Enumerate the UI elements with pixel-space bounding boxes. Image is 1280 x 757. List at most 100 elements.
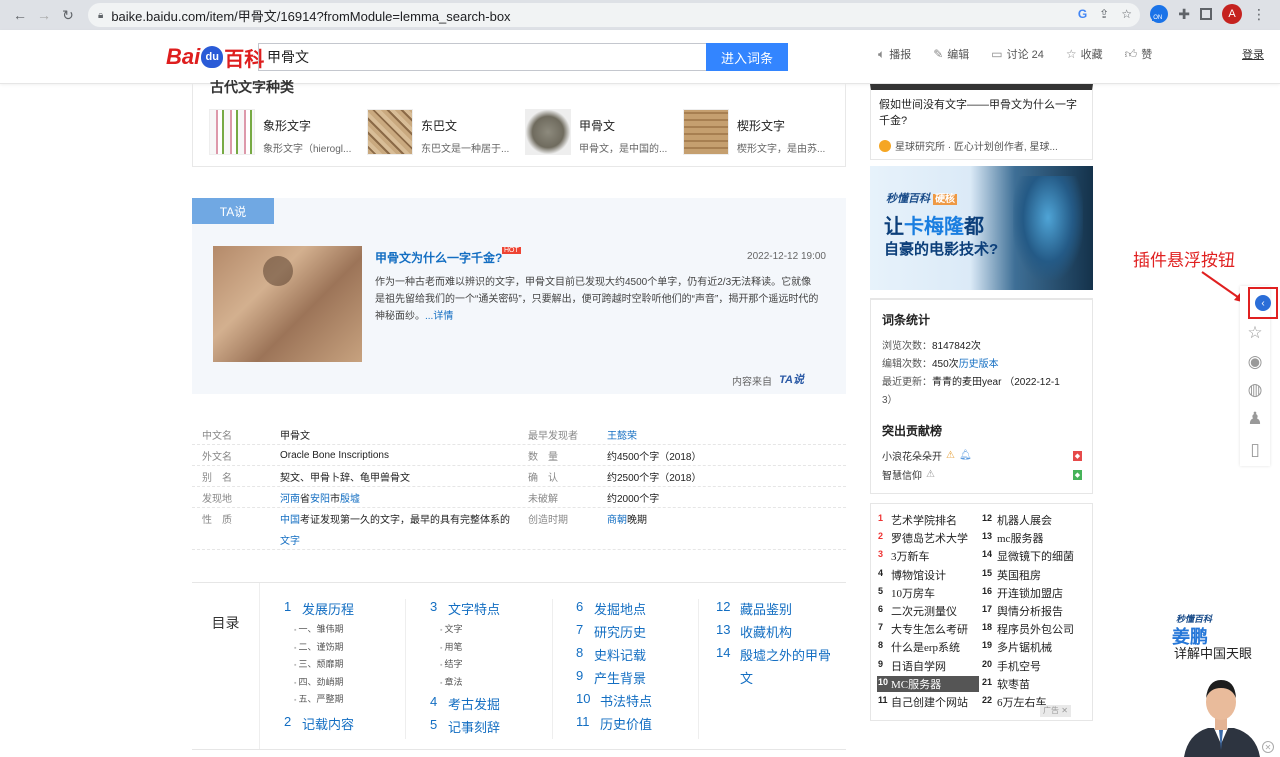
info-link-henan[interactable]: 河南 bbox=[280, 494, 300, 505]
info-value-link[interactable]: 王懿荣 bbox=[607, 427, 807, 442]
toc-item[interactable]: 13 收藏机构 bbox=[716, 622, 846, 645]
toc-item[interactable]: 1 发展历程 bbox=[284, 599, 354, 622]
toc-subitem[interactable]: 一、雏伟期 bbox=[284, 622, 354, 640]
ad-label[interactable]: 广告 ✕ bbox=[1040, 705, 1071, 717]
toc-divider bbox=[405, 599, 406, 739]
toc-item[interactable]: 11 历史价值 bbox=[576, 714, 652, 737]
mobile-icon[interactable]: ▯ bbox=[1245, 440, 1265, 460]
hot-search-item[interactable]: 8 什么是erp系统 bbox=[878, 639, 960, 655]
info-link-wenzi[interactable]: 文字 bbox=[280, 536, 300, 547]
toc-item[interactable]: 6 发掘地点 bbox=[576, 599, 652, 622]
close-icon[interactable]: ✕ bbox=[1262, 741, 1274, 753]
hot-search-item[interactable]: 11 自己创建个网站 bbox=[878, 694, 968, 710]
toc-subitem[interactable]: 三、颓靡期 bbox=[284, 657, 354, 675]
hot-search-item[interactable]: 13 mc服务器 bbox=[982, 530, 1043, 546]
broadcast-button[interactable]: 🔈︎ 播报 bbox=[878, 46, 911, 62]
qq-icon[interactable]: ♟ bbox=[1245, 409, 1265, 429]
hot-search-item[interactable]: 21 软枣苗 bbox=[982, 676, 1030, 692]
enter-entry-button[interactable]: 进入词条 bbox=[706, 43, 788, 71]
menu-icon[interactable]: ⋮ bbox=[1252, 6, 1266, 23]
plugin-float-button[interactable]: ‹ bbox=[1248, 287, 1278, 319]
forward-icon[interactable]: → bbox=[32, 3, 56, 27]
hot-search-item[interactable]: 9 日语自学网 bbox=[878, 658, 946, 674]
toc-item[interactable]: 2 记载内容 bbox=[284, 714, 354, 737]
hot-search-item[interactable]: 1 艺术学院排名 bbox=[878, 512, 957, 528]
info-link-china[interactable]: 中国 bbox=[280, 515, 300, 526]
search-input[interactable]: 甲骨文 bbox=[258, 43, 706, 71]
hot-search-item[interactable]: 16 开连锁加盟店 bbox=[982, 585, 1063, 601]
discuss-button[interactable]: ▭ 讨论 24 bbox=[991, 46, 1044, 62]
promo-slogan[interactable]: 详解中国天眼 bbox=[1174, 643, 1252, 662]
hot-search-item[interactable]: 18 程序员外包公司 bbox=[982, 621, 1074, 637]
toc-item[interactable]: 9 产生背景 bbox=[576, 668, 652, 691]
hot-search-item[interactable]: 6 二次元测量仪 bbox=[878, 603, 957, 619]
hot-search-item[interactable]: 17 舆情分析报告 bbox=[982, 603, 1063, 619]
share-icon[interactable]: ⇪ bbox=[1099, 7, 1109, 21]
related-article-title[interactable]: 假如世间没有文字——甲骨文为什么一字千金? bbox=[879, 97, 1085, 129]
toc-subitem[interactable]: 章法 bbox=[430, 675, 500, 693]
toc-subitem[interactable]: 二、谨饬期 bbox=[284, 640, 354, 658]
hot-search-item[interactable]: 22 6万左右车 bbox=[982, 694, 1047, 710]
info-link-anyang[interactable]: 安阳 bbox=[310, 494, 330, 505]
toc-item[interactable]: 4 考古发掘 bbox=[430, 694, 500, 717]
toc-num: 10 bbox=[576, 691, 591, 706]
script-item-hieroglyph[interactable]: 象形文字 象形文字（hierogl... bbox=[209, 109, 367, 155]
hot-search-item[interactable]: 14 显微镜下的细菌 bbox=[982, 548, 1074, 564]
bookmark-star-icon[interactable]: ☆ bbox=[1121, 7, 1132, 21]
profile-avatar[interactable]: A bbox=[1222, 4, 1242, 24]
contributor-row[interactable]: 小浪花朵朵开 ⚠ 🔔︎ ◆ bbox=[882, 448, 1082, 463]
info-link-yinxu[interactable]: 殷墟 bbox=[340, 494, 360, 505]
script-item-oracle[interactable]: 甲骨文 甲骨文，是中国的... bbox=[525, 109, 683, 155]
like-button[interactable]: 👍︎ 赞 bbox=[1125, 46, 1153, 62]
hot-search-item[interactable]: 5 10万房车 bbox=[878, 585, 935, 601]
google-icon[interactable]: G bbox=[1078, 7, 1087, 21]
hot-search-item[interactable]: 2 罗德岛艺术大学 bbox=[878, 530, 968, 546]
toc-item[interactable]: 10 书法特点 bbox=[576, 691, 652, 714]
address-bar[interactable]: 🔒︎ baike.baidu.com/item/甲骨文/16914?fromMo… bbox=[88, 3, 1140, 27]
promo-person-image[interactable] bbox=[1178, 664, 1264, 757]
hot-search-item[interactable]: 7 大专生怎么考研 bbox=[878, 621, 968, 637]
toc-item[interactable]: 14 殷墟之外的甲骨 bbox=[716, 645, 846, 668]
toc-subitem[interactable]: 结字 bbox=[430, 657, 500, 675]
toc-subitem[interactable]: 五、严整期 bbox=[284, 692, 354, 710]
sidepanel-icon[interactable] bbox=[1200, 8, 1212, 20]
hot-search-item[interactable]: 12 机器人展会 bbox=[982, 512, 1052, 528]
reload-icon[interactable]: ↻ bbox=[56, 3, 80, 27]
toc-item[interactable]: 8 史料记载 bbox=[576, 645, 652, 668]
toc-subitem[interactable]: 文字 bbox=[430, 622, 500, 640]
toc-item[interactable]: 3 文字特点 bbox=[430, 599, 500, 622]
hot-search-item[interactable]: 10 MC服务器 bbox=[877, 675, 979, 692]
extension-on-icon[interactable]: ON bbox=[1150, 5, 1169, 23]
favorite-button[interactable]: ☆ 收藏 bbox=[1066, 46, 1103, 62]
script-item-dongba[interactable]: 东巴文 东巴文是一种居于... bbox=[367, 109, 525, 155]
script-item-cuneiform[interactable]: 楔形文字 楔形文字，是由苏... bbox=[683, 109, 841, 155]
toc-subitem[interactable]: 四、劲峭期 bbox=[284, 675, 354, 693]
contributor-row[interactable]: 智慧信仰 ⚠ ◆ bbox=[882, 467, 1082, 482]
weibo-icon[interactable]: ◉ bbox=[1245, 352, 1265, 372]
wechat-icon[interactable]: ◍ bbox=[1245, 380, 1265, 400]
hot-search-item[interactable]: 4 博物馆设计 bbox=[878, 567, 946, 583]
back-icon[interactable]: ← bbox=[8, 3, 32, 27]
toc-item[interactable]: 12 藏品鉴别 bbox=[716, 599, 846, 622]
puzzle-icon[interactable]: ✚ bbox=[1178, 6, 1190, 23]
history-version-link[interactable]: 历史版本 bbox=[959, 359, 999, 370]
toc-item[interactable]: 7 研究历史 bbox=[576, 622, 652, 645]
toc-item-continuation[interactable]: 文 bbox=[716, 668, 846, 691]
ta-article-image[interactable] bbox=[213, 246, 362, 362]
ad-banner[interactable]: 秒懂百科 硬核 让卡梅隆都 自豪的电影技术? bbox=[870, 166, 1093, 290]
toc-subitem[interactable]: 用笔 bbox=[430, 640, 500, 658]
toc-item[interactable]: 5 记事刻辞 bbox=[430, 717, 500, 740]
ta-article-title[interactable]: 甲骨文为什么一字千金? bbox=[375, 249, 502, 266]
baidu-baike-logo[interactable]: Bai du 百科 bbox=[166, 40, 264, 74]
ta-shuo-tab[interactable]: TA说 bbox=[192, 198, 274, 224]
star-icon[interactable]: ☆ bbox=[1245, 323, 1265, 343]
info-link-shang[interactable]: 商朝 bbox=[607, 515, 627, 526]
edit-button[interactable]: ✎ 编辑 bbox=[933, 46, 969, 62]
hot-search-item[interactable]: 15 英国租房 bbox=[982, 567, 1041, 583]
stats-label: 浏览次数： bbox=[882, 341, 932, 352]
ta-more-link[interactable]: ...详情 bbox=[425, 311, 453, 322]
hot-search-item[interactable]: 3 3万新车 bbox=[878, 548, 930, 564]
hot-search-item[interactable]: 19 多片锯机械 bbox=[982, 639, 1052, 655]
login-link[interactable]: 登录 bbox=[1242, 46, 1264, 62]
hot-search-item[interactable]: 20 手机空号 bbox=[982, 658, 1041, 674]
